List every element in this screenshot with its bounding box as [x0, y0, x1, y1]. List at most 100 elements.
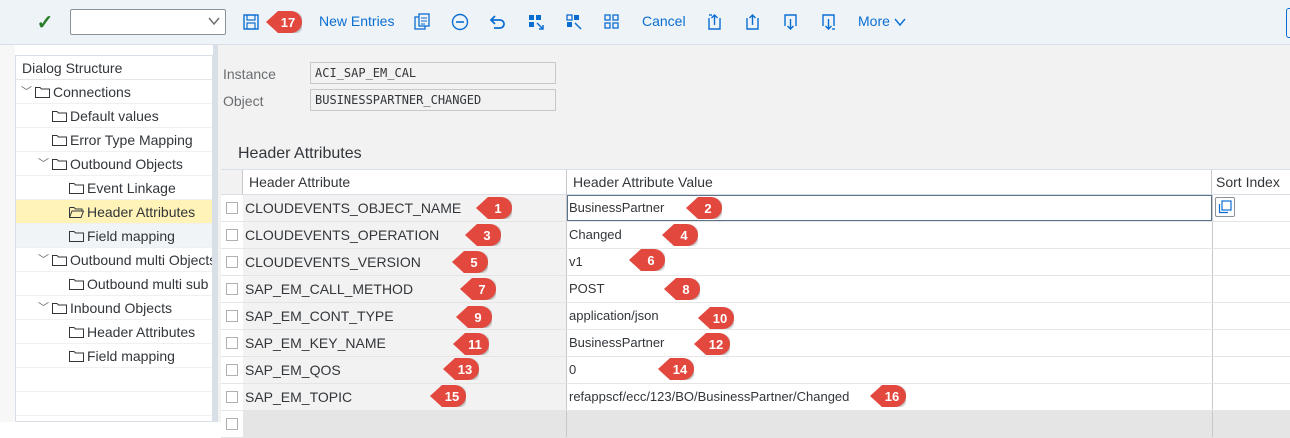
first-page-icon[interactable] [705, 12, 725, 32]
folder-icon [52, 303, 67, 314]
more-label: More [858, 13, 890, 29]
sort-index-cell[interactable] [1212, 249, 1290, 275]
save-icon[interactable] [241, 12, 261, 32]
collapse-icon[interactable]: ﹀ [21, 80, 33, 104]
row-selector[interactable] [221, 384, 243, 410]
toolbar: ✓ 17 New Entries Cancel More [0, 0, 1290, 45]
folder-icon [52, 111, 67, 122]
tree-item-outbound-multi-sub[interactable]: Outbound multi sub O [16, 272, 212, 296]
check-icon[interactable]: ✓ [33, 10, 57, 34]
folder-icon [35, 87, 50, 98]
table-row[interactable]: CLOUDEVENTS_OPERATION Changed [221, 222, 1290, 249]
sort-index-cell[interactable] [1212, 411, 1290, 437]
collapse-icon[interactable]: ﹀ [38, 296, 50, 320]
header-attribute-cell: SAP_EM_CALL_METHOD [243, 276, 567, 302]
tree-item-inbound-header-attributes[interactable]: Header Attributes [16, 320, 212, 344]
undo-icon[interactable] [488, 12, 508, 32]
table-row[interactable]: CLOUDEVENTS_VERSION v1 [221, 249, 1290, 276]
cancel-button[interactable]: Cancel [642, 13, 686, 29]
tree-item-label: Field mapping [87, 228, 175, 244]
table-row[interactable]: SAP_EM_KEY_NAME BusinessPartner [221, 330, 1290, 357]
table-row[interactable]: SAP_EM_CALL_METHOD POST [221, 276, 1290, 303]
deselect-all-icon[interactable] [602, 12, 622, 32]
sort-index-cell[interactable] [1212, 384, 1290, 410]
select-all-column-header[interactable] [221, 170, 243, 195]
header-attribute-value-input[interactable]: POST [567, 276, 1212, 302]
header-attribute-value-input[interactable]: application/json [567, 303, 1212, 329]
row-checkbox[interactable] [226, 202, 238, 214]
select-all-icon[interactable] [526, 12, 546, 32]
chevron-down-icon [894, 18, 906, 27]
table-row[interactable]: CLOUDEVENTS_OBJECT_NAME BusinessPartner [221, 195, 1290, 222]
row-checkbox[interactable] [226, 364, 238, 376]
select-block-icon[interactable] [564, 12, 584, 32]
folder-icon [69, 351, 84, 362]
tree-item-label: Outbound Objects [70, 156, 183, 172]
folder-icon [52, 159, 67, 170]
sort-index-cell[interactable] [1212, 357, 1290, 383]
sort-index-cell[interactable] [1212, 222, 1290, 248]
chevron-down-icon[interactable] [207, 14, 221, 28]
row-selector[interactable] [221, 357, 243, 383]
table-row[interactable]: SAP_EM_CONT_TYPE application/json [221, 303, 1290, 330]
row-selector[interactable] [221, 411, 243, 437]
copy-icon [1218, 200, 1232, 214]
row-selector[interactable] [221, 330, 243, 356]
header-attribute-cell: CLOUDEVENTS_OBJECT_NAME [243, 195, 567, 221]
row-checkbox[interactable] [226, 337, 238, 349]
tree-empty-row [16, 368, 212, 392]
tree-item-field-mapping[interactable]: Field mapping [16, 224, 212, 248]
command-field[interactable] [70, 9, 226, 35]
new-entries-button[interactable]: New Entries [319, 13, 394, 29]
collapse-icon[interactable]: ﹀ [38, 248, 50, 272]
row-selector[interactable] [221, 195, 243, 221]
tree-item-inbound-field-mapping[interactable]: Field mapping [16, 344, 212, 368]
header-attribute-value-input[interactable]: BusinessPartner [567, 330, 1212, 356]
column-header-sort-index[interactable]: Sort Index [1212, 170, 1290, 195]
row-checkbox[interactable] [226, 256, 238, 268]
row-selector[interactable] [221, 276, 243, 302]
next-page-icon[interactable] [781, 12, 801, 32]
tree-item-header-attributes-selected[interactable]: Header Attributes [16, 200, 212, 224]
value-help-button[interactable] [1215, 197, 1235, 217]
column-header-value[interactable]: Header Attribute Value [567, 170, 1212, 195]
toolbar-edge [1286, 8, 1290, 38]
tree-item-error-type-mapping[interactable]: Error Type Mapping [16, 128, 212, 152]
row-selector[interactable] [221, 222, 243, 248]
delete-icon[interactable] [450, 12, 470, 32]
collapse-icon[interactable]: ﹀ [38, 152, 50, 176]
row-checkbox[interactable] [226, 283, 238, 295]
header-attribute-cell: CLOUDEVENTS_OPERATION [243, 222, 567, 248]
row-selector[interactable] [221, 303, 243, 329]
previous-page-icon[interactable] [743, 12, 763, 32]
tree-item-default-values[interactable]: Default values [16, 104, 212, 128]
header-attribute-value-input[interactable] [567, 411, 1212, 437]
row-checkbox[interactable] [226, 310, 238, 322]
section-title: Header Attributes [238, 145, 362, 162]
table-row[interactable]: SAP_EM_QOS 0 [221, 357, 1290, 384]
tree-item-event-linkage[interactable]: Event Linkage [16, 176, 212, 200]
last-page-icon[interactable] [819, 12, 839, 32]
tree-item-outbound-multi-objects[interactable]: ﹀ Outbound multi Objects [16, 248, 212, 272]
copy-as-icon[interactable] [412, 12, 432, 32]
sort-index-cell[interactable] [1212, 303, 1290, 329]
row-checkbox[interactable] [226, 418, 238, 430]
row-checkbox[interactable] [226, 229, 238, 241]
tree-item-label: Field mapping [87, 348, 175, 364]
tree-item-label: Header Attributes [87, 204, 196, 220]
tree-item-inbound-objects[interactable]: ﹀ Inbound Objects [16, 296, 212, 320]
more-button[interactable]: More [858, 13, 906, 29]
sort-index-cell[interactable] [1212, 195, 1290, 221]
sort-index-cell[interactable] [1212, 276, 1290, 302]
tree-item-label: Outbound multi Objects [70, 252, 213, 268]
column-header-attribute[interactable]: Header Attribute [243, 170, 567, 195]
row-checkbox[interactable] [226, 391, 238, 403]
header-attribute-value-input[interactable]: BusinessPartner [567, 195, 1212, 221]
tree-item-connections[interactable]: ﹀ Connections [16, 80, 212, 104]
table-row[interactable]: SAP_EM_TOPIC refappscf/ecc/123/BO/Busine… [221, 384, 1290, 411]
row-selector[interactable] [221, 249, 243, 275]
sort-index-cell[interactable] [1212, 330, 1290, 356]
tree-item-label: Event Linkage [87, 180, 176, 196]
table-row-empty[interactable] [221, 411, 1290, 438]
tree-item-outbound-objects[interactable]: ﹀ Outbound Objects [16, 152, 212, 176]
